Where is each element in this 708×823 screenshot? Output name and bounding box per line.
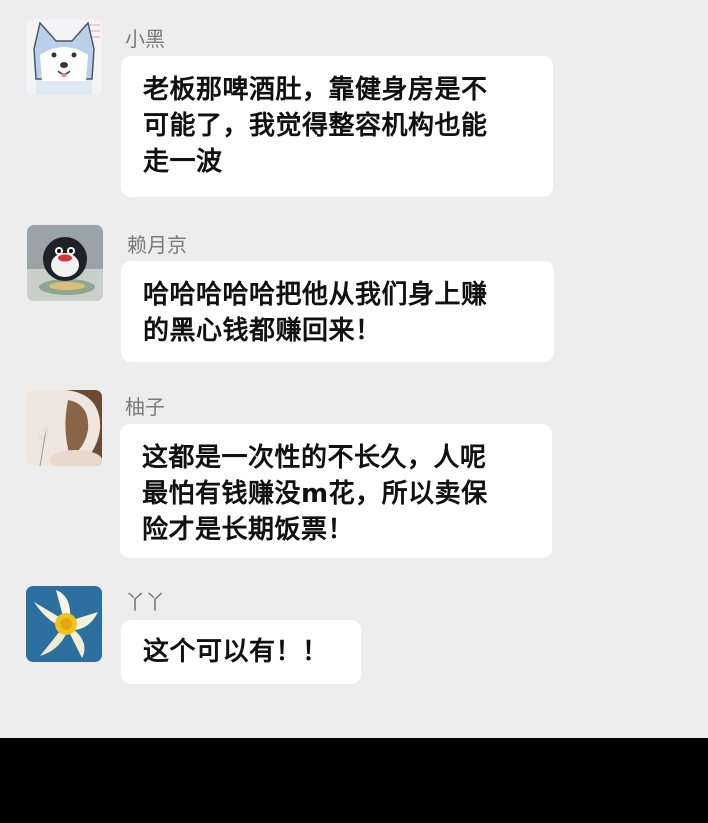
bottom-black-bar xyxy=(0,738,708,823)
sender-name: 赖月京 xyxy=(127,233,187,257)
penguin-avatar-icon[interactable] xyxy=(27,225,103,301)
cartoon-dog-avatar-icon[interactable] xyxy=(26,19,102,95)
message-text-line: 最怕有钱赚没m花，所以卖保 xyxy=(142,479,488,509)
message-bubble[interactable]: 老板那啤酒肚，靠健身房是不 可能了，我觉得整容机构也能 走一波 xyxy=(121,56,553,197)
sender-name: 柚子 xyxy=(125,395,165,419)
message-text-line: 这个可以有！！ xyxy=(143,637,329,667)
sender-name: 丫丫 xyxy=(125,590,165,614)
message-bubble[interactable]: 哈哈哈哈哈把他从我们身上赚 的黑心钱都赚回来！ xyxy=(121,261,554,362)
message-text-line: 哈哈哈哈哈把他从我们身上赚 xyxy=(143,280,488,310)
sender-name: 小黑 xyxy=(125,27,165,51)
message-text-line: 老板那啤酒肚，靠健身房是不 xyxy=(143,75,488,105)
message-text-line: 的黑心钱都赚回来！ xyxy=(143,316,382,346)
daffodil-flower-avatar-icon[interactable] xyxy=(26,586,102,662)
message-text-line: 这都是一次性的不长久，人呢 xyxy=(142,443,487,473)
message-text-line: 走一波 xyxy=(143,147,223,177)
message-bubble[interactable]: 这都是一次性的不长久，人呢 最怕有钱赚没m花，所以卖保 险才是长期饭票！ xyxy=(120,424,552,558)
woman-photo-avatar-icon[interactable] xyxy=(26,390,102,466)
message-bubble[interactable]: 这个可以有！！ xyxy=(121,620,361,684)
message-text-line: 险才是长期饭票！ xyxy=(142,515,355,545)
message-text-line: 可能了，我觉得整容机构也能 xyxy=(143,111,488,141)
chat-message-list[interactable]: 小黑 老板那啤酒肚，靠健身房是不 可能了，我觉得整容机构也能 走一波 赖月京 哈… xyxy=(0,0,708,738)
